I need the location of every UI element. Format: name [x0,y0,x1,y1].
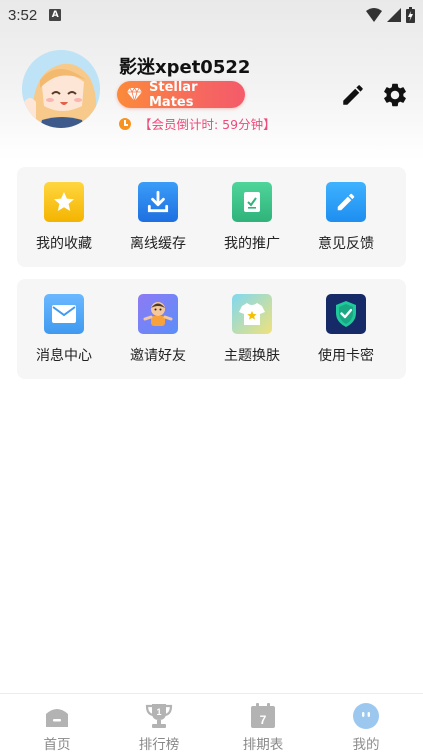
vip-badge[interactable]: Stellar Mates [117,79,245,110]
profile-face-icon [353,703,379,729]
menu-item-label: 离线缓存 [130,236,186,252]
signal-icon [387,8,401,22]
nav-label: 首页 [43,737,71,752]
nav-label: 我的 [352,737,380,752]
gear-icon[interactable] [381,81,409,109]
invite-friend-icon [138,294,178,334]
promotion-icon [232,182,272,222]
nav-tab-home[interactable]: 首页 [4,694,110,752]
nav-tab-mine[interactable]: 我的 [313,694,419,752]
bottom-navigation: 首页 1 排行榜 7 排期表 我的 [0,693,423,752]
nav-label: 排行榜 [138,737,180,752]
clock-icon [119,117,131,130]
menu-item-theme[interactable]: 主题换肤 [205,279,299,379]
svg-text:1: 1 [156,707,161,717]
menu-item-label: 我的收藏 [36,236,92,252]
status-time: 3:52 [8,6,38,24]
username: 影迷xpet0522 [119,57,251,78]
menu-item-messages[interactable]: 消息中心 [17,279,111,379]
menu-item-label: 使用卡密 [318,348,374,364]
menu-item-offline-cache[interactable]: 离线缓存 [111,167,205,267]
calendar-day: 7 [260,713,267,727]
nav-tab-schedule[interactable]: 7 排期表 [210,694,316,752]
membership-countdown: 【会员倒计时: 59分钟】 [119,114,276,133]
star-icon [44,182,84,222]
battery-icon [406,7,415,23]
nav-label: 排期表 [242,737,284,752]
diamond-icon [127,88,142,101]
calendar-icon: 7 [251,703,275,728]
menu-item-label: 消息中心 [36,348,92,364]
feedback-pencil-icon [326,182,366,222]
menu-item-label: 我的推广 [224,236,280,252]
menu-card-primary: 我的收藏 离线缓存 我的推广 意见反馈 [17,167,406,267]
nav-tab-ranking[interactable]: 1 排行榜 [106,694,212,752]
menu-item-feedback[interactable]: 意见反馈 [299,167,393,267]
theme-shirt-icon [232,294,272,334]
wifi-icon [366,8,382,22]
status-indicator: A [49,9,62,21]
menu-item-invite-friends[interactable]: 邀请好友 [111,279,205,379]
status-bar: 3:52 A [0,0,423,30]
shield-check-icon [326,294,366,334]
menu-item-label: 意见反馈 [318,236,374,252]
avatar-illustration [22,50,100,128]
mail-icon [44,294,84,334]
edit-pencil-icon[interactable] [340,82,366,108]
menu-item-label: 主题换肤 [224,348,280,364]
menu-item-label: 邀请好友 [130,348,186,364]
vip-label: Stellar Mates [149,79,198,110]
download-icon [138,182,178,222]
home-icon [46,709,68,727]
trophy-icon: 1 [145,704,173,728]
avatar[interactable] [22,50,100,128]
countdown-text: 【会员倒计时: 59分钟】 [139,117,276,132]
menu-card-secondary: 消息中心 邀请好友 主题换肤 使用卡密 [17,279,406,379]
menu-item-promotion[interactable]: 我的推广 [205,167,299,267]
menu-item-favorites[interactable]: 我的收藏 [17,167,111,267]
menu-item-redeem-card[interactable]: 使用卡密 [299,279,393,379]
status-icons [366,7,415,23]
